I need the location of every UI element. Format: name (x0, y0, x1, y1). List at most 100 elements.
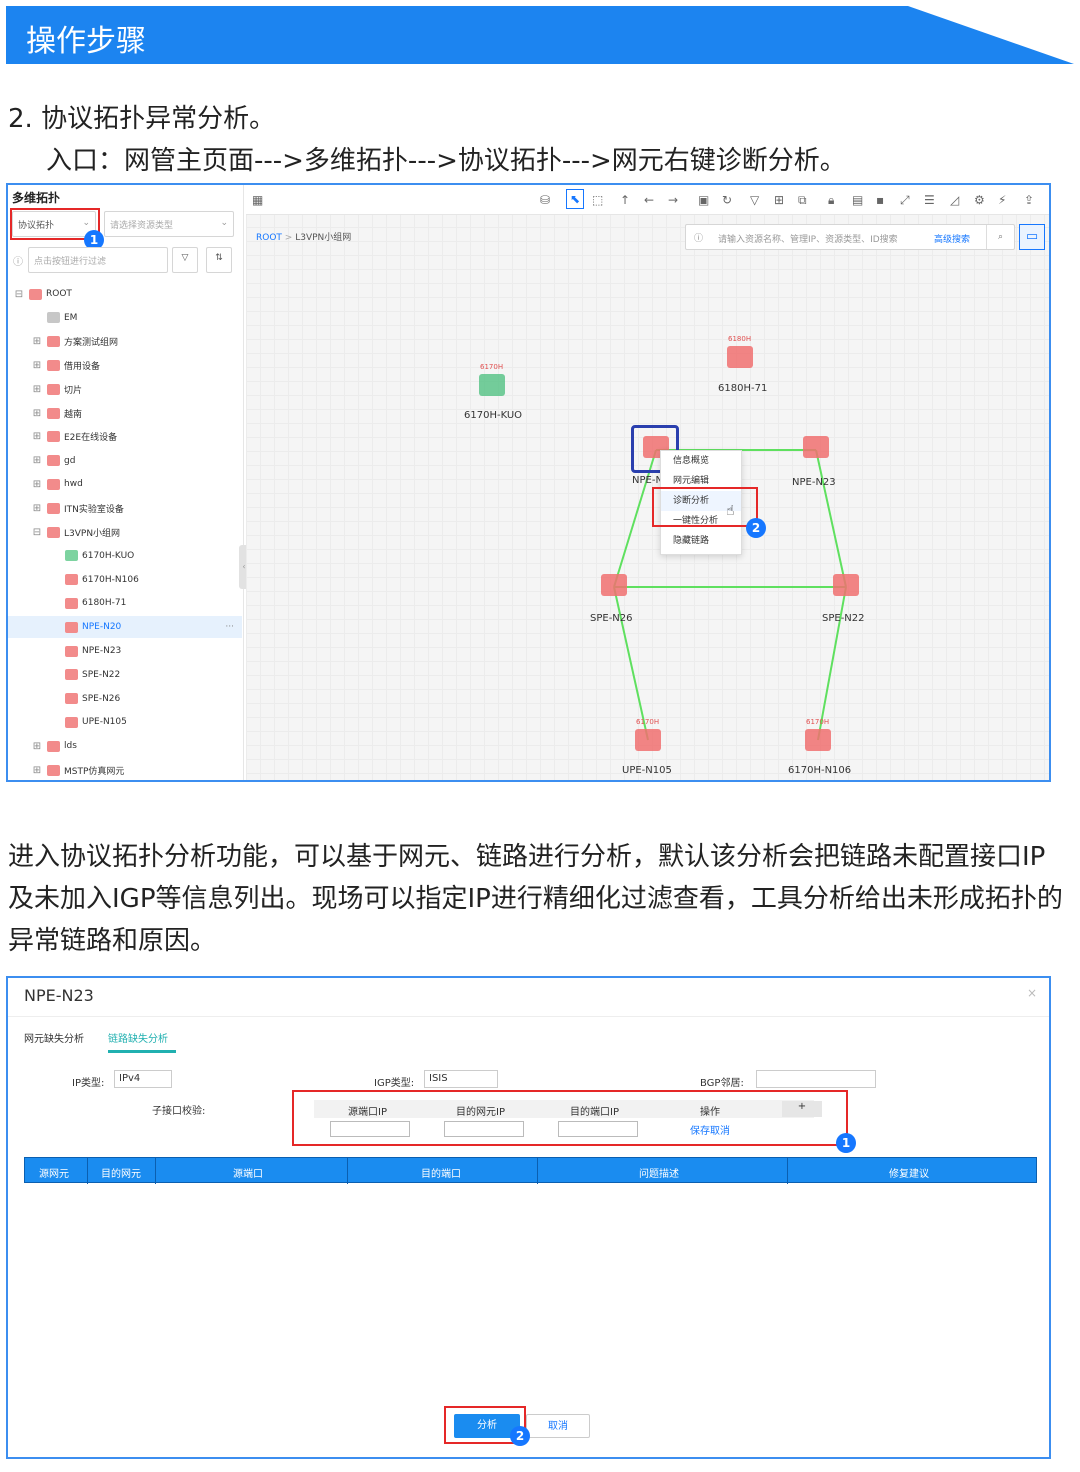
device-node-icon[interactable] (803, 436, 829, 458)
expand-toggle-icon[interactable]: ⊞ (32, 360, 42, 371)
tree-item[interactable]: ⊞ 方案测试组网 (8, 331, 242, 353)
tree-item[interactable]: ⊟ L3VPN小组网 (8, 521, 242, 543)
expand-toggle-icon[interactable]: ⊞ (32, 455, 42, 466)
tree-item-label: NPE-N20 (82, 622, 122, 633)
tree-item[interactable]: ⊞ 切片 (8, 378, 242, 400)
step-badge-2: 2 (746, 518, 766, 538)
filter-icon[interactable]: ▽ (172, 247, 198, 273)
tree-item[interactable]: ⊟ ROOT (8, 283, 242, 305)
tree-item[interactable]: 6170H-N106 (8, 569, 242, 591)
tree-item-label: 6170H-KUO (82, 550, 135, 561)
tree-item-label: 借用设备 (64, 361, 101, 372)
tree-item[interactable]: ⊞ MSTP仿真网元 (8, 759, 242, 780)
expand-toggle-icon[interactable]: ⊞ (32, 503, 42, 514)
device-node-icon[interactable] (805, 729, 831, 751)
tree-item-label: NPE-N23 (82, 646, 122, 656)
device-icon (47, 359, 60, 371)
col-dst-port: 目的端口 (421, 1169, 461, 1180)
dialog-title: NPE-N23 (24, 986, 94, 1005)
analysis-dialog-screenshot: NPE-N23 × 网元缺失分析 链路缺失分析 IP类型: IPv4 IGP类型… (6, 976, 1051, 1459)
expand-toggle-icon[interactable]: ⊞ (32, 741, 42, 752)
more-icon[interactable]: ··· (225, 622, 234, 632)
node-model-tag: 6170H (636, 718, 660, 726)
tree-item[interactable]: ⊞ 借用设备 (8, 354, 242, 376)
section-banner: 操作步骤 (6, 6, 1074, 64)
divider (8, 1016, 1049, 1017)
device-icon (47, 336, 60, 348)
topology-canvas[interactable]: ▦ ⛁ ⬉ ⬚ ↑ ← → ▣ ↻ ▽ ⊞ ⧉ 🔒︎ ▤ ▪ ⤢ ☰ ◿ ⚙ ⚡… (246, 185, 1049, 780)
expand-toggle-icon[interactable]: ⊞ (32, 431, 42, 442)
tree-item[interactable]: ⊞ E2E在线设备 (8, 426, 242, 448)
sidebar: 多维拓扑 协议拓扑 ⌄ 1 请选择资源类型 ⌄ ⓘ 点击按钮进行过滤 ▽ ⇅ ⊟… (8, 185, 249, 780)
device-icon (47, 455, 60, 467)
device-node-icon[interactable] (635, 729, 661, 751)
tree-item-label: 切片 (64, 385, 83, 396)
highlight-box-3 (292, 1090, 848, 1146)
tree-item-label: EM (64, 312, 78, 323)
igp-type-field[interactable]: ISIS (424, 1070, 498, 1088)
expand-toggle-icon[interactable]: ⊞ (32, 384, 42, 395)
device-node-icon[interactable] (727, 346, 753, 368)
device-icon (47, 431, 60, 443)
tree-item-label: SPE-N26 (82, 693, 121, 704)
device-icon (65, 693, 78, 705)
tree-item[interactable]: ⊞ lds (8, 735, 242, 757)
tree-item-label: UPE-N105 (82, 717, 127, 728)
expand-toggle-icon[interactable]: ⊟ (14, 289, 24, 300)
tree-item[interactable]: UPE-N105 (8, 711, 242, 733)
expand-toggle-icon[interactable]: ⊟ (32, 527, 42, 538)
tree-item[interactable]: NPE-N20 ··· (8, 616, 242, 639)
tree-item[interactable]: ⊞ gd (8, 450, 242, 472)
expand-toggle-icon[interactable]: ⊞ (32, 408, 42, 419)
filter-input[interactable]: 点击按钮进行过滤 (28, 247, 168, 273)
device-node-icon[interactable] (479, 374, 505, 396)
expand-toggle-icon[interactable]: ⊞ (32, 336, 42, 347)
help-icon[interactable]: ⓘ (13, 253, 23, 268)
expand-toggle-icon[interactable]: ⊞ (32, 765, 42, 776)
tree-item[interactable]: 6180H-71 (8, 592, 242, 614)
device-icon (65, 621, 78, 633)
tree-item-label: 越南 (64, 409, 83, 420)
sort-icon[interactable]: ⇅ (206, 247, 232, 273)
tab-ne-missing[interactable]: 网元缺失分析 (24, 1030, 84, 1045)
tree-item-label: hwd (64, 479, 83, 490)
col-dst-ne: 目的网元 (101, 1169, 141, 1180)
tree-item[interactable]: 6170H-KUO (8, 545, 242, 567)
tree-item[interactable]: ⊞ hwd (8, 473, 242, 495)
tree-item[interactable]: SPE-N22 (8, 664, 242, 686)
device-node-icon[interactable] (601, 574, 627, 596)
tree-item[interactable]: SPE-N26 (8, 688, 242, 710)
tree-item[interactable]: EM (8, 307, 242, 329)
device-icon (47, 407, 60, 419)
node-label: 6180H-71 (718, 383, 768, 394)
resource-type-select[interactable]: 请选择资源类型 ⌄ (104, 211, 234, 237)
tab-link-missing[interactable]: 链路缺失分析 (108, 1030, 168, 1045)
device-node-icon[interactable] (833, 574, 859, 596)
device-icon (65, 669, 78, 681)
col-problem: 问题描述 (639, 1169, 679, 1180)
device-icon (65, 716, 78, 728)
context-menu-item[interactable]: 隐藏链路 (661, 531, 741, 551)
tree-item[interactable]: ⊞ 越南 (8, 402, 242, 424)
tree-item[interactable]: NPE-N23 (8, 640, 242, 662)
close-icon[interactable]: × (1027, 986, 1037, 1000)
device-icon (47, 383, 60, 395)
context-menu-item[interactable]: 信息概览 (661, 451, 741, 471)
device-icon (47, 312, 60, 324)
node-label: NPE-N23 (792, 477, 836, 488)
device-icon (29, 288, 42, 300)
ip-type-field[interactable]: IPv4 (114, 1070, 172, 1088)
tree-item[interactable]: ⊞ ITN实验室设备 (8, 497, 242, 519)
tree-item-label: ROOT (46, 289, 72, 299)
description-paragraph: 进入协议拓扑分析功能，可以基于网元、链路进行分析，默认该分析会把链路未配置接口I… (8, 842, 1063, 956)
step-heading: 2. 协议拓扑异常分析。 (8, 104, 276, 134)
expand-toggle-icon[interactable]: ⊞ (32, 479, 42, 490)
cancel-button[interactable]: 取消 (526, 1414, 590, 1438)
tree-item-label: SPE-N22 (82, 669, 121, 680)
filter-placeholder: 点击按钮进行过滤 (34, 257, 107, 267)
tree-item-label: gd (64, 455, 76, 466)
device-icon (65, 574, 78, 586)
node-label: UPE-N105 (622, 765, 672, 776)
bgp-neighbor-label: BGP邻居: (700, 1078, 744, 1089)
bgp-neighbor-field[interactable] (756, 1070, 876, 1088)
